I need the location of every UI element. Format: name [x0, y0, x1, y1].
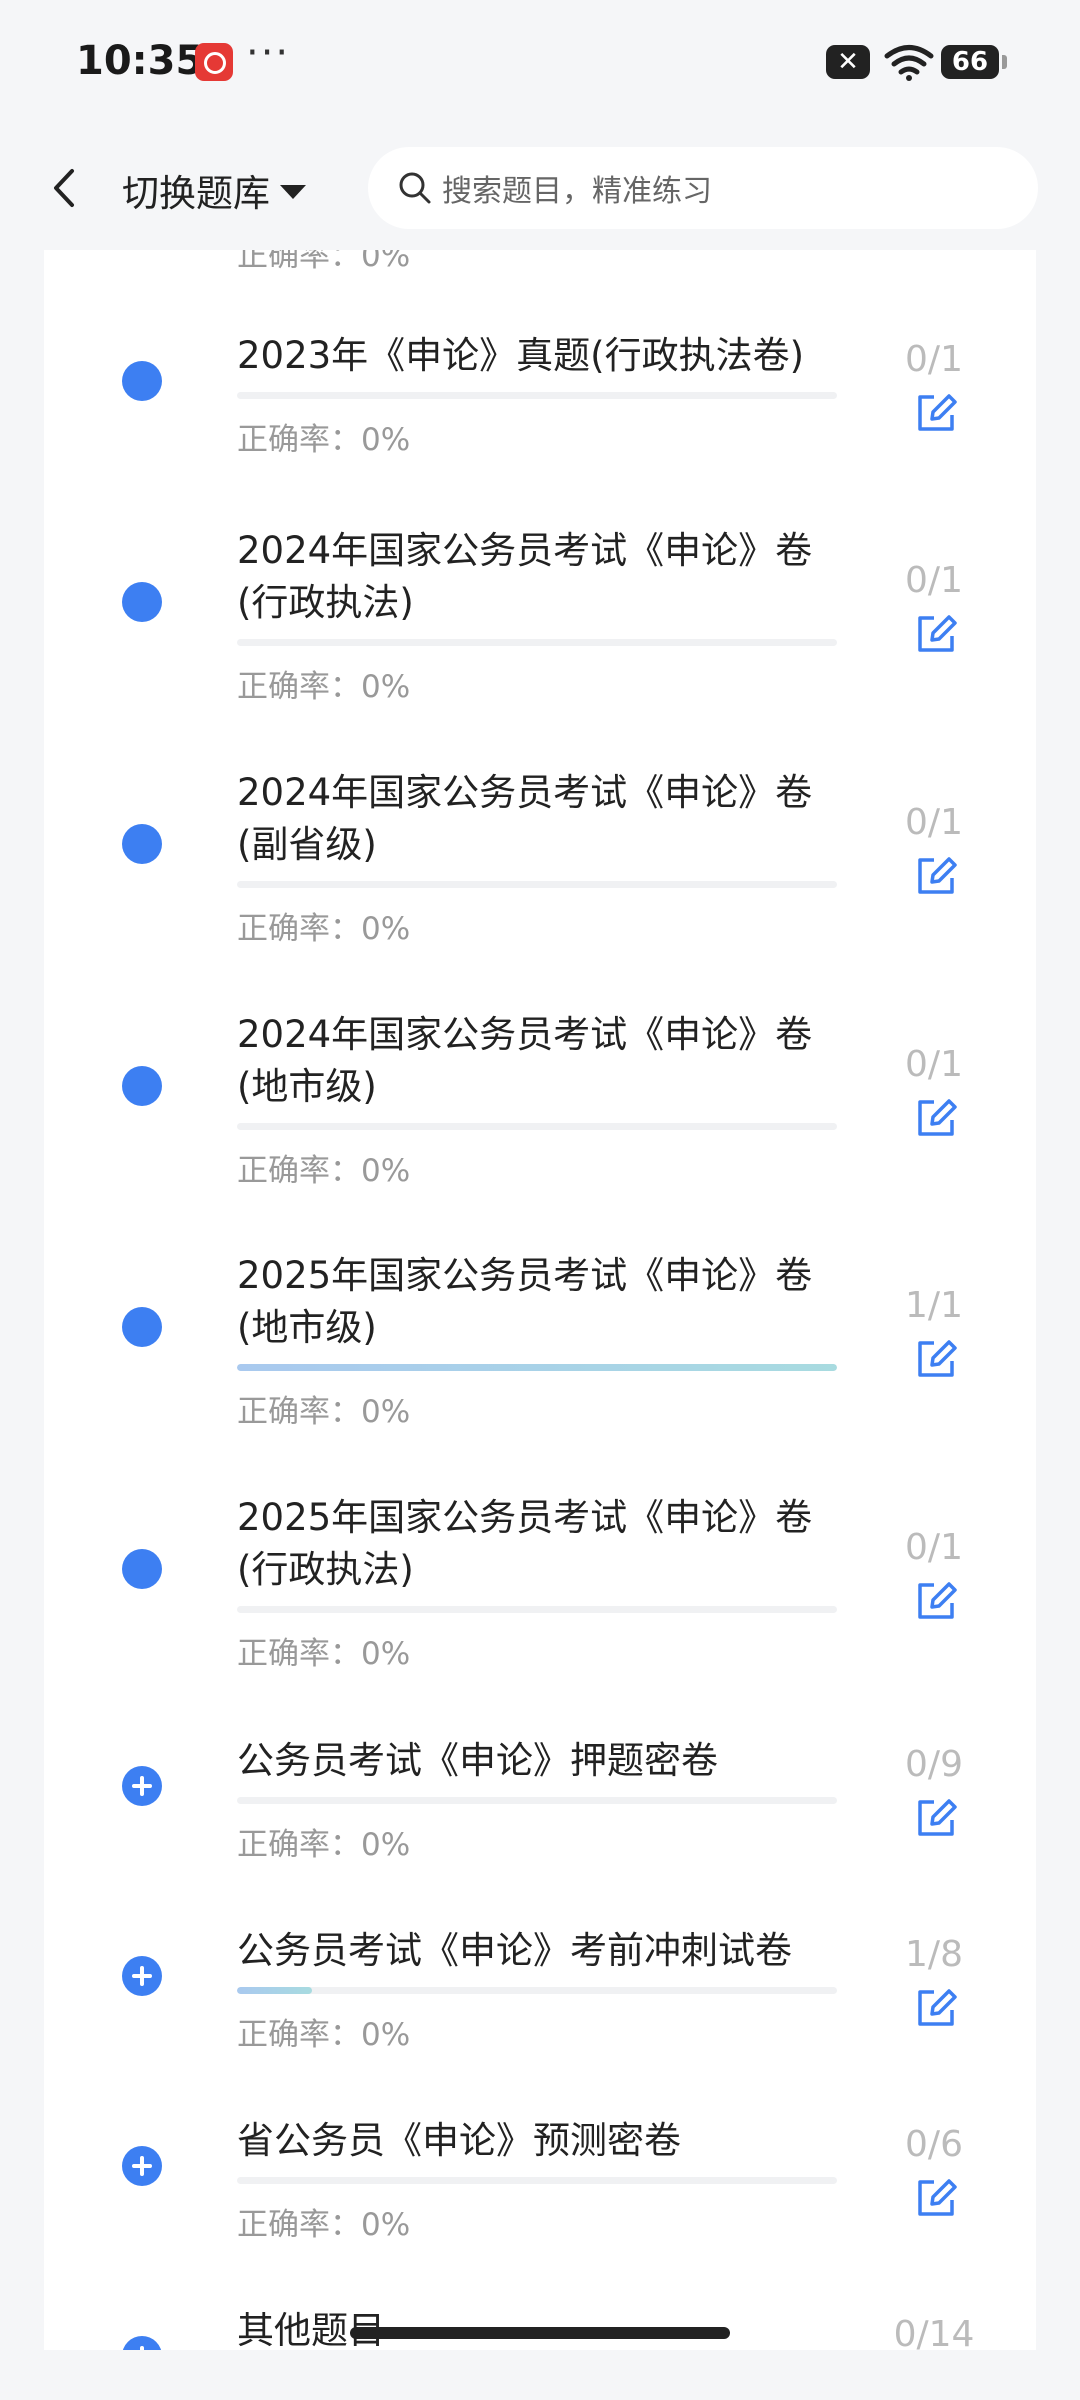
progress-count: 0/1	[905, 1527, 963, 1568]
progress-bar	[237, 1606, 837, 1613]
progress-count: 0/6	[905, 2124, 963, 2165]
expand-plus-icon[interactable]	[122, 1766, 162, 1806]
progress-bar	[237, 1364, 837, 1371]
accuracy-text: 正确率：0%	[237, 669, 411, 705]
progress-count: 0/1	[905, 802, 963, 843]
progress-bar	[237, 639, 837, 646]
home-indicator[interactable]	[350, 2327, 730, 2339]
edit-practice-icon[interactable]	[914, 1579, 958, 1623]
back-arrow-icon[interactable]	[44, 165, 84, 211]
search-icon	[399, 172, 431, 204]
progress-count: 0/9	[905, 1744, 963, 1785]
notification-app-icon	[195, 43, 233, 81]
edit-practice-icon[interactable]	[914, 854, 958, 898]
progress-bar	[237, 1987, 837, 1994]
expand-plus-icon[interactable]	[122, 2146, 162, 2186]
switch-bank-button[interactable]: 切换题库	[122, 163, 306, 217]
item-title: 2025年国家公务员考试《申论》卷(地市级)	[237, 1254, 813, 1349]
data-off-icon: ✕	[826, 45, 870, 79]
top-header: 切换题库 搜索题目，精准练习	[0, 125, 1080, 250]
bullet-dot-icon	[122, 1307, 162, 1347]
bullet-dot-icon	[122, 824, 162, 864]
progress-fill	[237, 1987, 312, 1994]
accuracy-text: 正确率：0%	[237, 1636, 411, 1672]
bullet-dot-icon	[122, 1549, 162, 1589]
item-title: 2024年国家公务员考试《申论》卷(行政执法)	[237, 529, 813, 624]
battery-icon: 66	[941, 45, 1007, 79]
item-title: 2024年国家公务员考试《申论》卷(副省级)	[237, 771, 813, 866]
edit-practice-icon[interactable]	[914, 2176, 958, 2220]
question-bank-list: 正确率：0% 2023年《申论》真题(行政执法卷) 正确率：0% 0/1 2024年国…	[44, 250, 1036, 2350]
search-input[interactable]: 搜索题目，精准练习	[368, 147, 1038, 229]
progress-fill	[237, 1364, 837, 1371]
bullet-dot-icon	[122, 582, 162, 622]
edit-practice-icon[interactable]	[914, 1986, 958, 2030]
progress-bar	[237, 881, 837, 888]
accuracy-text: 正确率：0%	[237, 1394, 411, 1430]
progress-bar	[237, 2177, 837, 2184]
progress-count: 0/1	[905, 1044, 963, 1085]
item-title: 公务员考试《申论》考前冲刺试卷	[237, 1929, 792, 1972]
progress-bar	[237, 392, 837, 399]
bullet-dot-icon	[122, 361, 162, 401]
item-title: 省公务员《申论》预测密卷	[237, 2119, 681, 2162]
progress-count: 0/1	[905, 339, 963, 380]
item-title: 2024年国家公务员考试《申论》卷(地市级)	[237, 1013, 813, 1108]
item-title: 2025年国家公务员考试《申论》卷(行政执法)	[237, 1496, 813, 1591]
edit-practice-icon[interactable]	[914, 391, 958, 435]
progress-bar	[237, 1123, 837, 1130]
caret-down-icon	[280, 185, 306, 199]
item-title: 2023年《申论》真题(行政执法卷)	[237, 334, 805, 377]
edit-practice-icon[interactable]	[914, 1796, 958, 1840]
accuracy-text: 正确率：0%	[237, 422, 411, 458]
more-notifications-icon: ···	[246, 30, 291, 76]
switch-bank-label: 切换题库	[122, 172, 270, 215]
accuracy-text: 正确率：0%	[237, 911, 411, 947]
accuracy-text: 正确率：0%	[237, 2017, 411, 2053]
expand-plus-icon[interactable]	[122, 1956, 162, 1996]
wifi-icon	[884, 45, 934, 81]
accuracy-text: 正确率：0%	[237, 1153, 411, 1189]
accuracy-text: 正确率：0%	[237, 2207, 411, 2243]
edit-practice-icon[interactable]	[914, 612, 958, 656]
status-time: 10:35	[76, 38, 204, 84]
bullet-dot-icon	[122, 1066, 162, 1106]
progress-count: 0/1	[905, 560, 963, 601]
progress-count: 0/14	[893, 2314, 975, 2350]
partial-accuracy: 正确率：0%	[237, 250, 411, 274]
edit-practice-icon[interactable]	[914, 1096, 958, 1140]
search-placeholder: 搜索题目，精准练习	[442, 174, 712, 209]
status-bar: 10:35 ··· ✕ 66	[0, 0, 1080, 125]
expand-plus-icon[interactable]	[122, 2336, 162, 2350]
accuracy-text: 正确率：0%	[237, 1827, 411, 1863]
item-title: 公务员考试《申论》押题密卷	[237, 1739, 718, 1782]
edit-practice-icon[interactable]	[914, 1337, 958, 1381]
progress-bar	[237, 1797, 837, 1804]
progress-count: 1/1	[905, 1285, 963, 1326]
progress-count: 1/8	[905, 1934, 963, 1975]
